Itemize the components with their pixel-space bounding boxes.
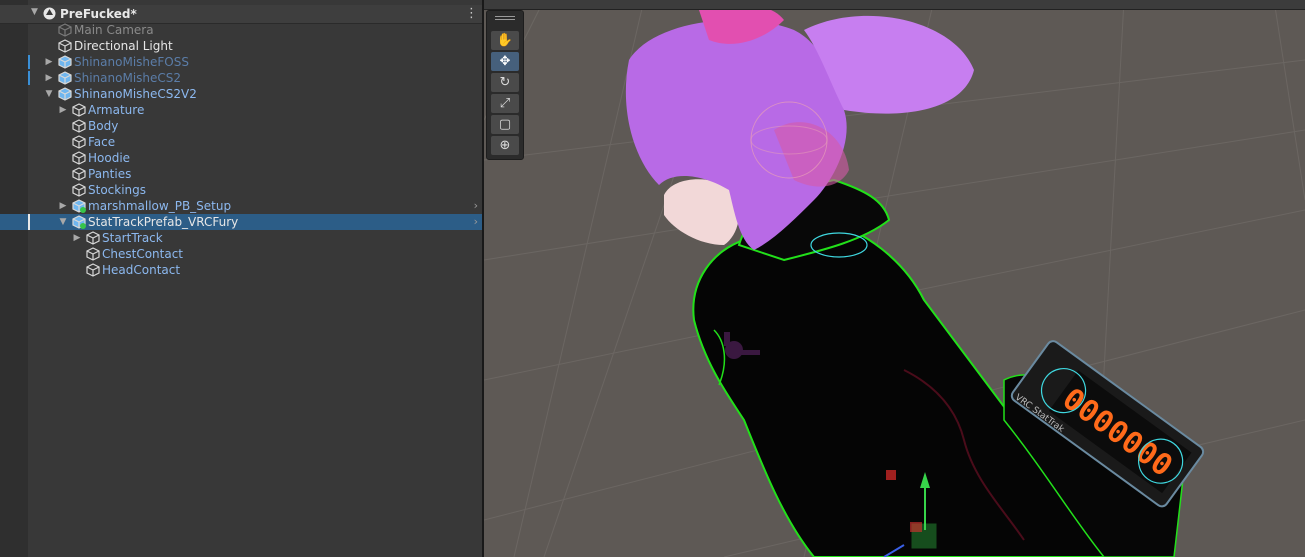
hierarchy-item[interactable]: ▶ StartTrack [0, 230, 482, 246]
hierarchy-item[interactable]: ChestContact [0, 246, 482, 262]
scene-view[interactable]: 0000000 VRC StatTrak ✋ ✥ ↻ ⤢ ▢ ⊕ [484, 0, 1305, 557]
scene-toolbar [484, 0, 1305, 10]
hierarchy-item[interactable]: ▶ ShinanoMisheCS2 [0, 70, 482, 86]
unity-scene-icon [43, 7, 56, 20]
more-options-icon[interactable]: ⋮ [465, 6, 478, 21]
override-marker [28, 55, 30, 69]
scene-canvas[interactable]: 0000000 VRC StatTrak [484, 0, 1305, 557]
hierarchy-item-label: HeadContact [102, 263, 181, 277]
gameobject-cube-icon [72, 183, 86, 197]
hierarchy-item-label: Armature [88, 103, 145, 117]
expand-right-icon[interactable]: ▶ [58, 102, 68, 118]
hierarchy-item-label: StartTrack [102, 231, 163, 245]
open-prefab-chevron-icon[interactable]: › [474, 214, 478, 230]
hierarchy-item-label: Directional Light [74, 39, 173, 53]
hierarchy-item-label: ShinanoMisheFOSS [74, 55, 189, 69]
expand-right-icon[interactable]: ▶ [58, 198, 68, 214]
hierarchy-item[interactable]: Stockings [0, 182, 482, 198]
expand-down-icon[interactable]: ▼ [58, 214, 68, 230]
scene-title: PreFucked* [60, 7, 137, 21]
expand-right-icon[interactable]: ▶ [44, 54, 54, 70]
hierarchy-panel: ▼ PreFucked* ⋮ Main Camera Directional Li… [0, 0, 482, 557]
palette-grip-icon[interactable] [495, 16, 515, 20]
expand-down-icon[interactable]: ▼ [44, 86, 54, 102]
hierarchy-item[interactable]: ▼ StatTrackPrefab_VRCFury › [0, 214, 482, 230]
hierarchy-item[interactable]: Face [0, 134, 482, 150]
expand-right-icon[interactable]: ▶ [44, 70, 54, 86]
override-marker [28, 214, 30, 230]
hierarchy-item-label: marshmallow_PB_Setup [88, 199, 232, 213]
gameobject-cube-icon [72, 215, 86, 229]
gameobject-cube-icon [72, 151, 86, 165]
gameobject-cube-icon [86, 247, 100, 261]
scale-tool-icon[interactable]: ⤢ [491, 94, 519, 113]
hierarchy-item[interactable]: HeadContact [0, 262, 482, 278]
prefab-cube-icon [58, 71, 72, 85]
hierarchy-item[interactable]: Hoodie [0, 150, 482, 166]
scene-fold-icon[interactable]: ▼ [31, 7, 38, 17]
hierarchy-item-label: Hoodie [88, 151, 131, 165]
hierarchy-item-label: Panties [88, 167, 132, 181]
move-tool-icon[interactable]: ✥ [491, 52, 519, 71]
hierarchy-item-label: Stockings [88, 183, 147, 197]
hierarchy-item[interactable]: Panties [0, 166, 482, 182]
hierarchy-item-label: ShinanoMisheCS2 [74, 71, 182, 85]
gameobject-cube-icon [58, 23, 72, 37]
hierarchy-item[interactable]: Directional Light [0, 38, 482, 54]
gameobject-cube-icon [72, 167, 86, 181]
hierarchy-item-label: StatTrackPrefab_VRCFury [88, 215, 239, 229]
gameobject-cube-icon [72, 119, 86, 133]
override-marker [28, 71, 30, 85]
hand-tool-icon[interactable]: ✋ [491, 31, 519, 50]
rect-tool-icon[interactable]: ▢ [491, 115, 519, 134]
hierarchy-item[interactable]: ▼ ShinanoMisheCS2V2 [0, 86, 482, 102]
gameobject-cube-icon [72, 135, 86, 149]
prefab-cube-icon [58, 55, 72, 69]
prefab-cube-icon [58, 87, 72, 101]
tool-palette: ✋ ✥ ↻ ⤢ ▢ ⊕ [486, 10, 524, 160]
gameobject-cube-icon [72, 103, 86, 117]
hierarchy-item-label: Body [88, 119, 119, 133]
gameobject-cube-icon [72, 199, 86, 213]
hierarchy-item[interactable]: ▶ ShinanoMisheFOSS [0, 54, 482, 70]
open-prefab-chevron-icon[interactable]: › [474, 198, 478, 214]
hierarchy-item-label: Main Camera [74, 23, 154, 37]
gameobject-cube-icon [58, 39, 72, 53]
gameobject-cube-icon [86, 231, 100, 245]
expand-right-icon[interactable]: ▶ [72, 230, 82, 246]
hierarchy-item-label: ChestContact [102, 247, 184, 261]
hierarchy-item[interactable]: Main Camera [0, 22, 482, 38]
hierarchy-item[interactable]: Body [0, 118, 482, 134]
hierarchy-item[interactable]: ▶ Armature [0, 102, 482, 118]
hierarchy-item-label: Face [88, 135, 116, 149]
transform-tool-icon[interactable]: ⊕ [491, 136, 519, 155]
rotate-tool-icon[interactable]: ↻ [491, 73, 519, 92]
hierarchy-item[interactable]: ▶ marshmallow_PB_Setup › [0, 198, 482, 214]
hierarchy-item-label: ShinanoMisheCS2V2 [74, 87, 197, 101]
gameobject-cube-icon [86, 263, 100, 277]
